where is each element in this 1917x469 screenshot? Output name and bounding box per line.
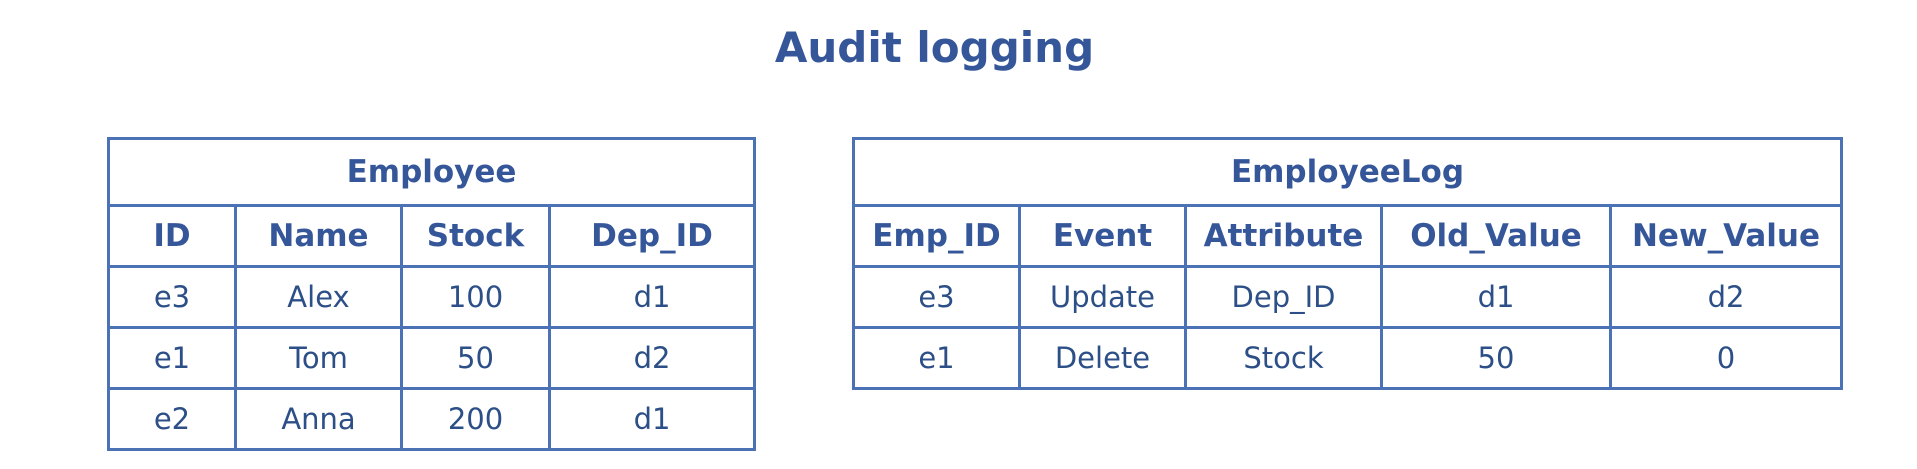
table-cell: 50 [1380,326,1612,390]
table-cell: Anna [234,387,403,451]
table-cell: d1 [1380,265,1612,329]
table-cell: Tom [234,326,403,390]
table-cell: d2 [1609,265,1843,329]
table-cell: d1 [547,387,757,451]
table-row: e1 Tom 50 d2 [107,326,757,390]
table-cell: Alex [234,265,403,329]
employeelog-table-caption: EmployeeLog [852,137,1843,207]
table-cell: 50 [400,326,551,390]
table-cell: e3 [107,265,237,329]
table-cell: 100 [400,265,551,329]
table-cell: d1 [547,265,757,329]
table-header-row: Emp_ID Event Attribute Old_Value New_Val… [852,204,1843,268]
table-row: e2 Anna 200 d1 [107,387,757,451]
table-caption-row: EmployeeLog [852,137,1843,207]
table-cell: e3 [852,265,1021,329]
column-header-id: ID [107,204,237,268]
column-header-emp-id: Emp_ID [852,204,1021,268]
column-header-stock: Stock [400,204,551,268]
table-cell: 0 [1609,326,1843,390]
employeelog-table: EmployeeLog Emp_ID Event Attribute Old_V… [852,137,1843,390]
column-header-old-value: Old_Value [1380,204,1612,268]
column-header-name: Name [234,204,403,268]
column-header-new-value: New_Value [1609,204,1843,268]
employee-table-caption: Employee [106,137,757,207]
table-cell: Dep_ID [1184,265,1383,329]
table-cell: d2 [547,326,757,390]
table-row: e3 Alex 100 d1 [107,265,757,329]
table-cell: e1 [107,326,237,390]
table-row: e3 Update Dep_ID d1 d2 [852,265,1843,329]
column-header-event: Event [1018,204,1187,268]
column-header-attribute: Attribute [1184,204,1383,268]
column-header-dep-id: Dep_ID [547,204,757,268]
page-title: Audit logging [774,23,1095,72]
employee-table: Employee ID Name Stock Dep_ID e3 Alex 10… [106,137,757,451]
table-row: e1 Delete Stock 50 0 [852,326,1843,390]
table-cell: 200 [400,387,551,451]
table-cell: Update [1018,265,1187,329]
table-cell: Delete [1018,326,1187,390]
table-cell: e2 [107,387,237,451]
table-cell: e1 [852,326,1021,390]
table-cell: Stock [1184,326,1383,390]
table-header-row: ID Name Stock Dep_ID [107,204,757,268]
table-caption-row: Employee [106,137,757,207]
